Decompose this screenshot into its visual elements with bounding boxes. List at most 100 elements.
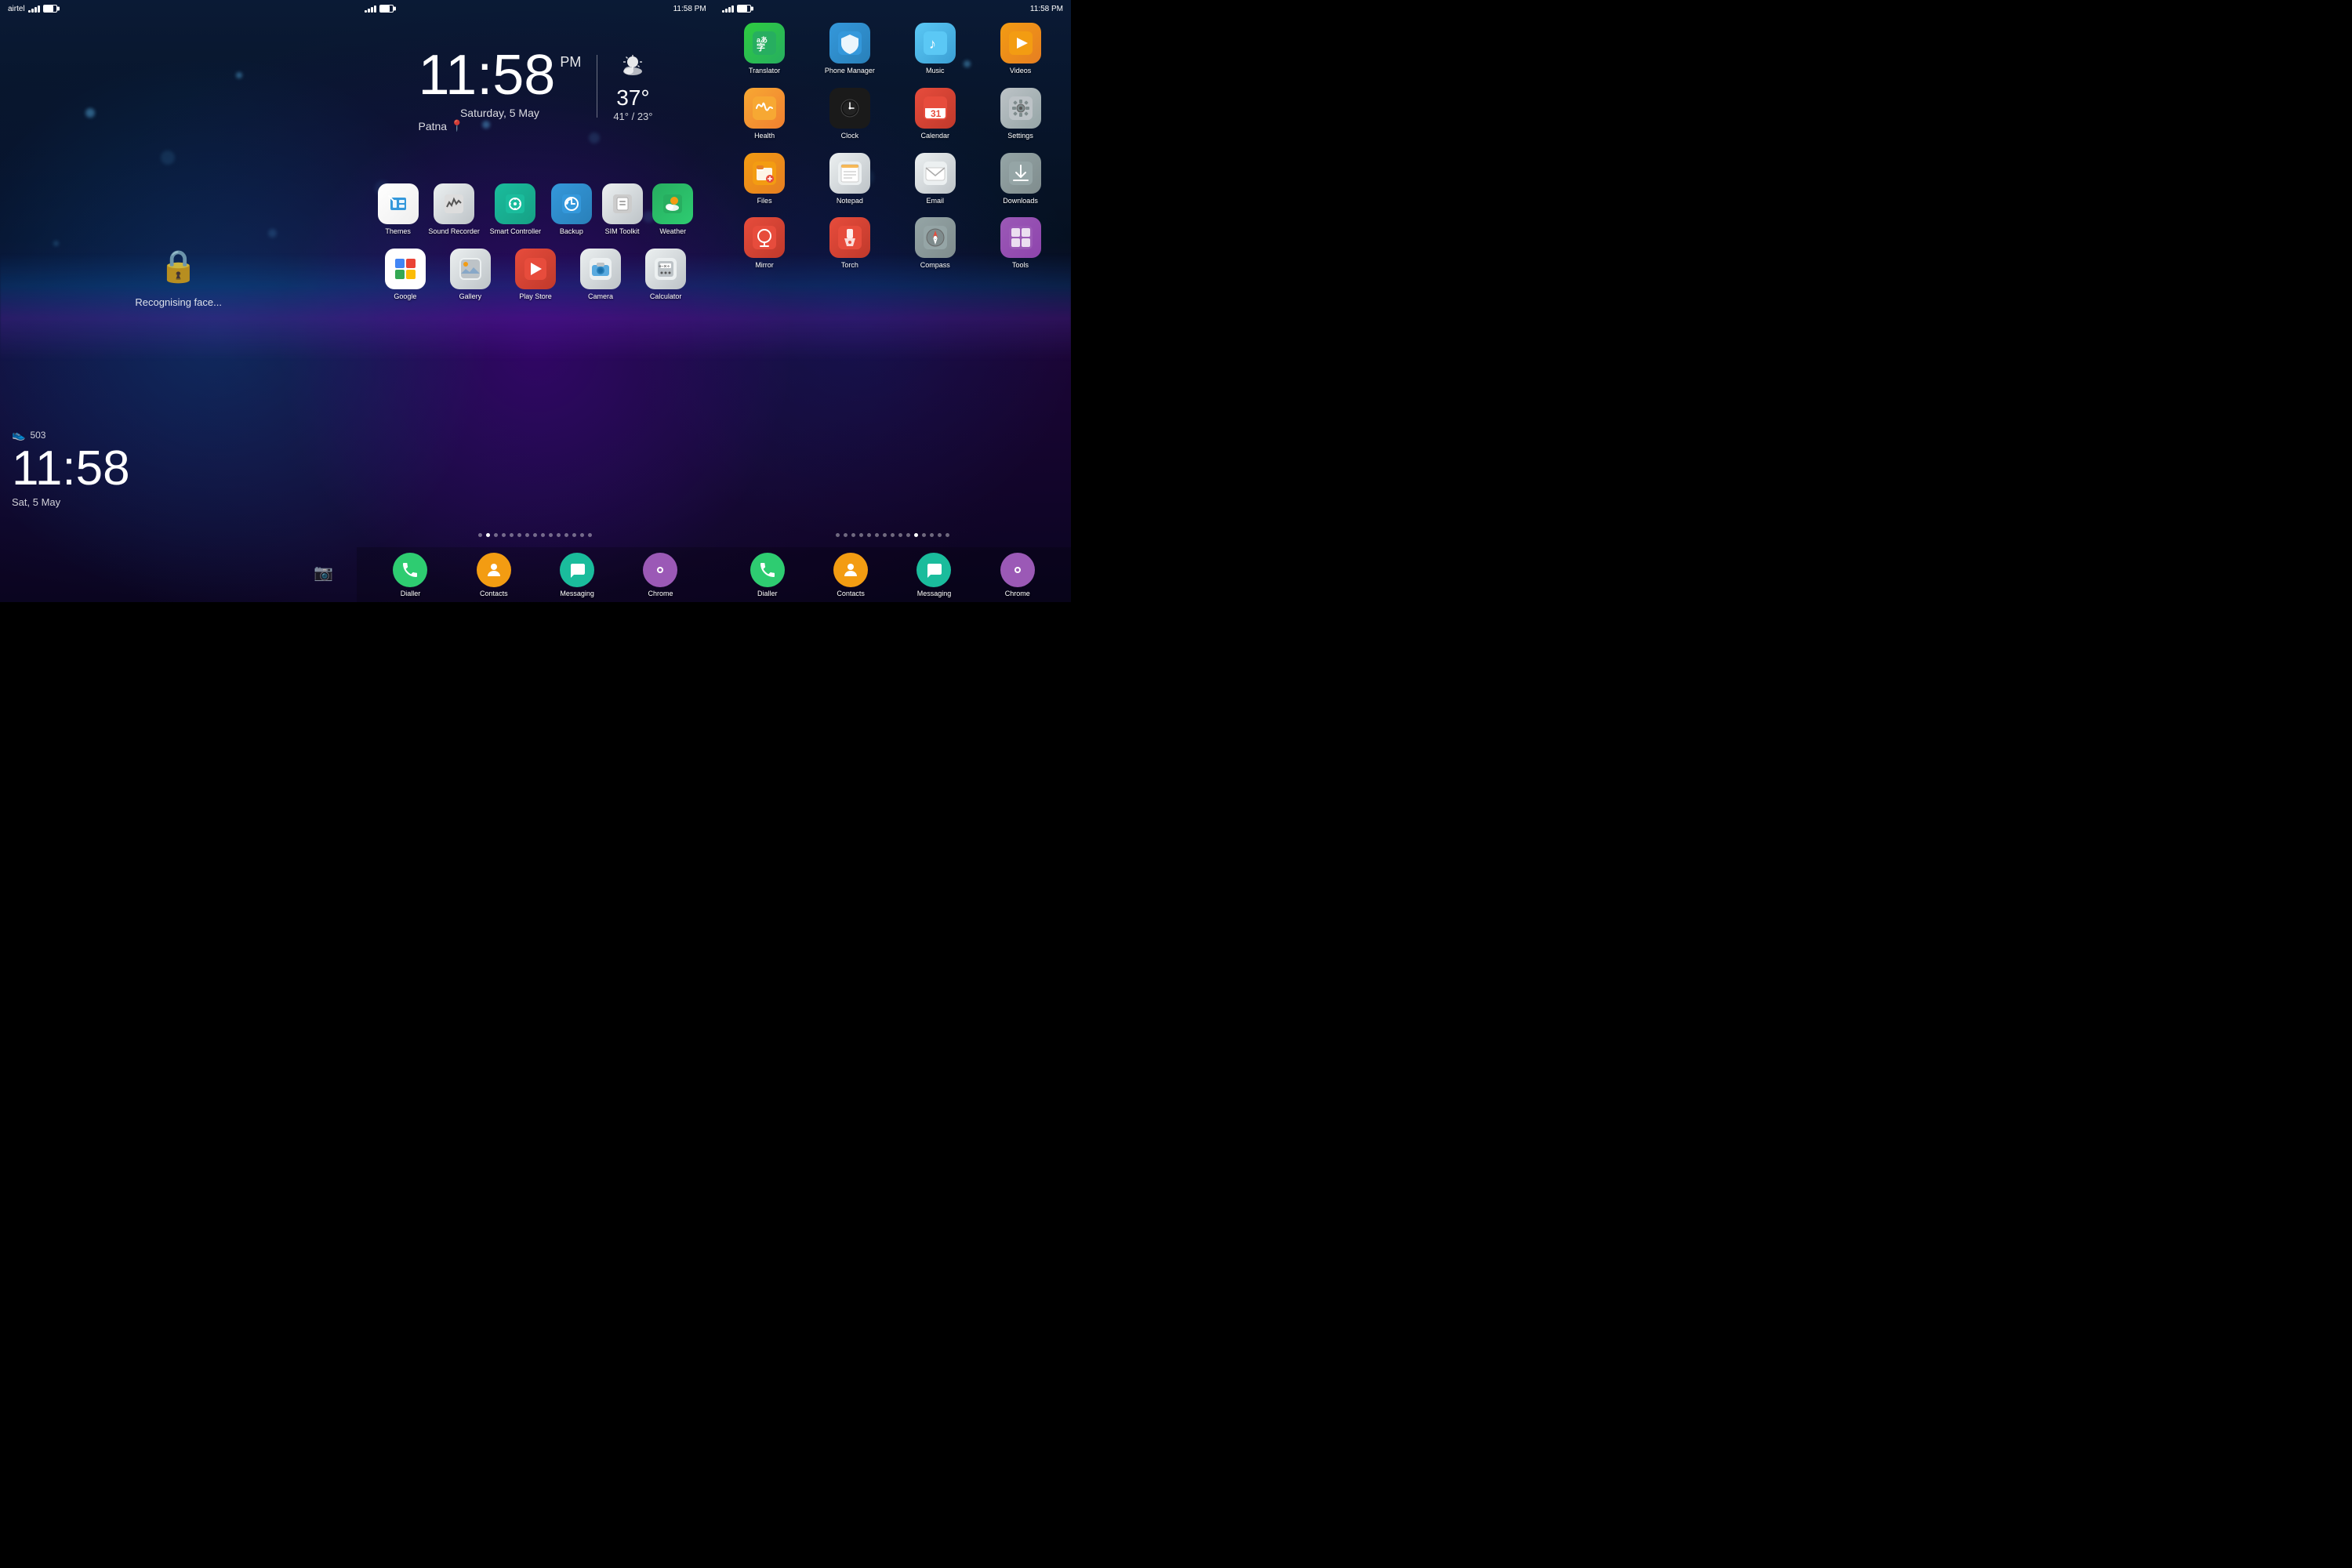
status-bar-panel3: 11:58 PM	[714, 0, 1071, 17]
weather-range: 41° / 23°	[613, 111, 652, 122]
dock-chrome[interactable]: Chrome	[643, 553, 677, 597]
dock-messaging-p3[interactable]: Messaging	[916, 553, 951, 597]
app-compass[interactable]: Compass	[894, 214, 976, 273]
dot3-7	[883, 533, 887, 537]
app-email[interactable]: Email	[894, 150, 976, 209]
status-bar-panel2: 11:58 PM	[357, 0, 713, 17]
app-gallery[interactable]: Gallery	[448, 245, 492, 304]
time-status-p2: 11:58 PM	[673, 5, 706, 13]
dot-14	[580, 533, 584, 537]
shoe-icon: 👟	[12, 428, 25, 441]
mirror-icon	[744, 217, 785, 258]
app-health[interactable]: Health	[724, 85, 806, 143]
clock-label: Clock	[841, 132, 859, 140]
dot-1	[478, 533, 482, 537]
downloads-icon	[1000, 153, 1041, 194]
notepad-icon	[829, 153, 870, 194]
app-calculator[interactable]: +-×÷ Calculator	[644, 245, 688, 304]
dot-3	[494, 533, 498, 537]
settings-label: Settings	[1007, 132, 1033, 140]
dock-contacts-label: Contacts	[480, 590, 508, 597]
app-camera[interactable]: Camera	[579, 245, 622, 304]
translator-label: Translator	[749, 67, 780, 75]
settings-icon	[1000, 88, 1041, 129]
google-icon	[385, 249, 426, 289]
app-torch[interactable]: Torch	[808, 214, 891, 273]
dialler-icon-p3	[750, 553, 785, 587]
dot-4	[502, 533, 506, 537]
messaging-icon-p3	[916, 553, 951, 587]
app-settings[interactable]: Settings	[979, 85, 1062, 143]
music-label: Music	[926, 67, 945, 75]
chrome-icon-p2	[643, 553, 677, 587]
dock-contacts[interactable]: Contacts	[477, 553, 511, 597]
app-themes[interactable]: Themes	[376, 180, 420, 239]
dock-messaging[interactable]: Messaging	[560, 553, 594, 597]
dot3-9	[898, 533, 902, 537]
dock-dialler-label: Dialler	[401, 590, 421, 597]
files-icon	[744, 153, 785, 194]
gallery-label: Gallery	[459, 292, 482, 301]
app-smart-controller[interactable]: Smart Controller	[488, 180, 543, 239]
camera-shortcut[interactable]: 📷	[314, 563, 333, 583]
app-videos[interactable]: Videos	[979, 20, 1062, 78]
phone-manager-label: Phone Manager	[825, 67, 875, 75]
app-mirror[interactable]: Mirror	[724, 214, 806, 273]
battery-p3	[737, 5, 751, 13]
dock-contacts-p3[interactable]: Contacts	[833, 553, 868, 597]
panel-appdrawer: 11:58 PM aあ 字 Translator	[714, 0, 1071, 602]
phone-manager-icon	[829, 23, 870, 64]
dot3-15	[946, 533, 949, 537]
app-drawer-grid: aあ 字 Translator Phone Manager	[714, 0, 1071, 602]
camera-icon	[580, 249, 621, 289]
app-phone-manager[interactable]: Phone Manager	[808, 20, 891, 78]
carrier-label-p1: airtel	[8, 5, 25, 13]
dock-dialler-label-p3: Dialler	[757, 590, 778, 597]
camera-label: Camera	[588, 292, 613, 301]
dot3-2	[844, 533, 848, 537]
clock-time: 11:58	[418, 47, 555, 103]
app-sound-recorder[interactable]: Sound Recorder	[426, 180, 481, 239]
messaging-icon	[560, 553, 594, 587]
app-sim-toolkit[interactable]: SIM Toolkit	[601, 180, 644, 239]
app-clock[interactable]: Clock	[808, 85, 891, 143]
torch-label: Torch	[841, 261, 858, 270]
translator-icon: aあ 字	[744, 23, 785, 64]
mid-apps-area: Themes Sound Recorder	[357, 180, 713, 310]
app-notepad[interactable]: Notepad	[808, 150, 891, 209]
battery-p2	[379, 5, 394, 13]
app-downloads[interactable]: Downloads	[979, 150, 1062, 209]
dialler-icon	[393, 553, 427, 587]
notepad-label: Notepad	[837, 197, 863, 205]
app-tools[interactable]: Tools	[979, 214, 1062, 273]
chrome-icon-p3	[1000, 553, 1035, 587]
clock-display: 11:58 PM Saturday, 5 May Patna 📍	[418, 47, 581, 132]
app-files[interactable]: Files	[724, 150, 806, 209]
app-weather[interactable]: Weather	[651, 180, 695, 239]
dock-chrome-p3[interactable]: Chrome	[1000, 553, 1035, 597]
dot-10	[549, 533, 553, 537]
dock-dialler-p3[interactable]: Dialler	[750, 553, 785, 597]
dock-chrome-label-p2: Chrome	[648, 590, 673, 597]
calendar-icon: 31	[915, 88, 956, 129]
date-display-p1: Sat, 5 May	[12, 496, 130, 508]
gallery-icon	[450, 249, 491, 289]
dock-panel2: Dialler Contacts Messaging	[357, 547, 713, 602]
dot3-8	[891, 533, 895, 537]
svg-text:♪: ♪	[929, 36, 936, 52]
svg-text:31: 31	[931, 108, 942, 119]
dot-7	[525, 533, 529, 537]
app-backup[interactable]: Backup	[550, 180, 593, 239]
signal-bars-p2	[365, 5, 376, 13]
lock-screen-content: 🔒 Recognising face...	[0, 0, 357, 602]
app-music[interactable]: ♪ Music	[894, 20, 976, 78]
app-play-store[interactable]: Play Store	[514, 245, 557, 304]
sound-recorder-icon	[434, 183, 474, 224]
dock-dialler[interactable]: Dialler	[393, 553, 427, 597]
dot-2	[486, 533, 490, 537]
clock-date: Saturday, 5 May	[418, 107, 581, 119]
app-google[interactable]: Google	[383, 245, 427, 304]
app-calendar[interactable]: 31 Calendar	[894, 85, 976, 143]
dot3-11	[914, 533, 918, 537]
app-translator[interactable]: aあ 字 Translator	[724, 20, 806, 78]
